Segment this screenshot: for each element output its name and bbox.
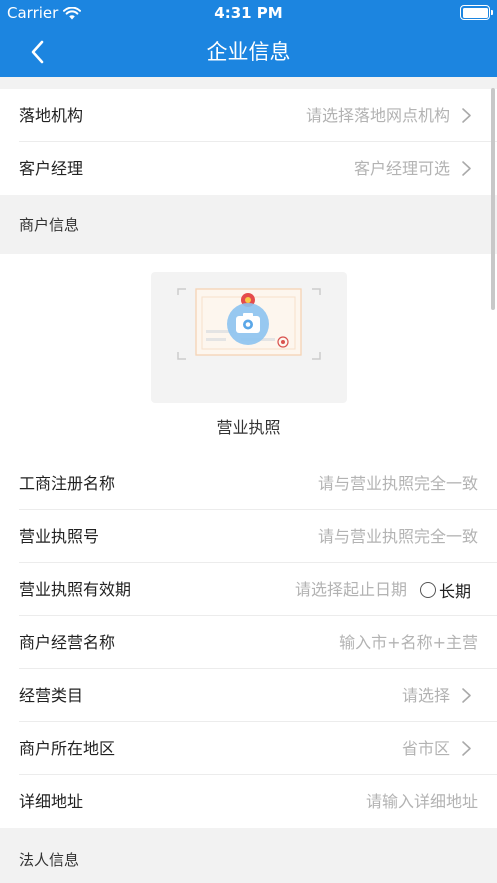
- biz-name-input[interactable]: 输入市+名称+主营: [339, 616, 478, 669]
- chevron-right-icon: [462, 108, 471, 123]
- category-value: 请选择: [401, 686, 450, 705]
- address-label: 详细地址: [19, 792, 84, 811]
- status-time: 4:31 PM: [214, 4, 283, 22]
- battery-icon: [460, 5, 493, 20]
- license-validity-row: 营业执照有效期 请选择起止日期 长期: [0, 563, 497, 616]
- long-term-label: 长期: [439, 581, 472, 601]
- reg-name-label: 工商注册名称: [19, 474, 116, 493]
- license-photo-icon: [177, 288, 321, 360]
- reg-name-row: 工商注册名称 请与营业执照完全一致: [0, 457, 497, 510]
- merchant-info-title: 商户信息: [19, 216, 80, 234]
- reg-name-input[interactable]: 请与营业执照完全一致: [318, 457, 478, 510]
- license-upload-area: 营业执照: [0, 254, 497, 457]
- biz-name-row: 商户经营名称 输入市+名称+主营: [0, 616, 497, 669]
- chevron-right-icon: [462, 688, 471, 703]
- region-value: 省市区: [401, 739, 450, 758]
- license-validity-label: 营业执照有效期: [19, 580, 132, 599]
- account-manager-row[interactable]: 客户经理 客户经理可选: [0, 142, 497, 195]
- license-upload-button[interactable]: [151, 272, 347, 403]
- validity-date-picker[interactable]: 请选择起止日期: [295, 563, 407, 616]
- legal-info-section: 法人信息: [0, 830, 497, 883]
- category-row[interactable]: 经营类目 请选择: [0, 669, 497, 722]
- scrollbar[interactable]: [491, 88, 495, 310]
- license-no-row: 营业执照号 请与营业执照完全一致: [0, 510, 497, 563]
- chevron-right-icon: [462, 161, 471, 176]
- nav-bar: 企业信息: [0, 27, 497, 77]
- region-label: 商户所在地区: [19, 739, 116, 758]
- landing-institution-value: 请选择落地网点机构: [305, 106, 450, 125]
- legal-info-title: 法人信息: [19, 851, 80, 869]
- account-manager-value: 客户经理可选: [353, 159, 450, 178]
- license-no-label: 营业执照号: [19, 527, 100, 546]
- chevron-right-icon: [462, 741, 471, 756]
- biz-name-label: 商户经营名称: [19, 633, 116, 652]
- license-caption: 营业执照: [216, 418, 281, 437]
- account-manager-label: 客户经理: [19, 159, 84, 178]
- landing-institution-row[interactable]: 落地机构 请选择落地网点机构: [0, 89, 497, 142]
- page-title: 企业信息: [206, 40, 291, 64]
- region-row[interactable]: 商户所在地区 省市区: [0, 722, 497, 775]
- status-bar: Carrier 4:31 PM: [0, 0, 497, 27]
- license-no-input[interactable]: 请与营业执照完全一致: [318, 510, 478, 563]
- top-bar: Carrier 4:31 PM 企业信息: [0, 0, 497, 77]
- address-row: 详细地址 请输入详细地址: [0, 775, 497, 828]
- address-input[interactable]: 请输入详细地址: [366, 775, 478, 828]
- long-term-option[interactable]: 长期: [420, 563, 471, 616]
- category-label: 经营类目: [19, 686, 84, 705]
- landing-institution-label: 落地机构: [19, 106, 84, 125]
- merchant-info-section: 商户信息: [0, 195, 497, 255]
- long-term-radio[interactable]: [420, 581, 436, 598]
